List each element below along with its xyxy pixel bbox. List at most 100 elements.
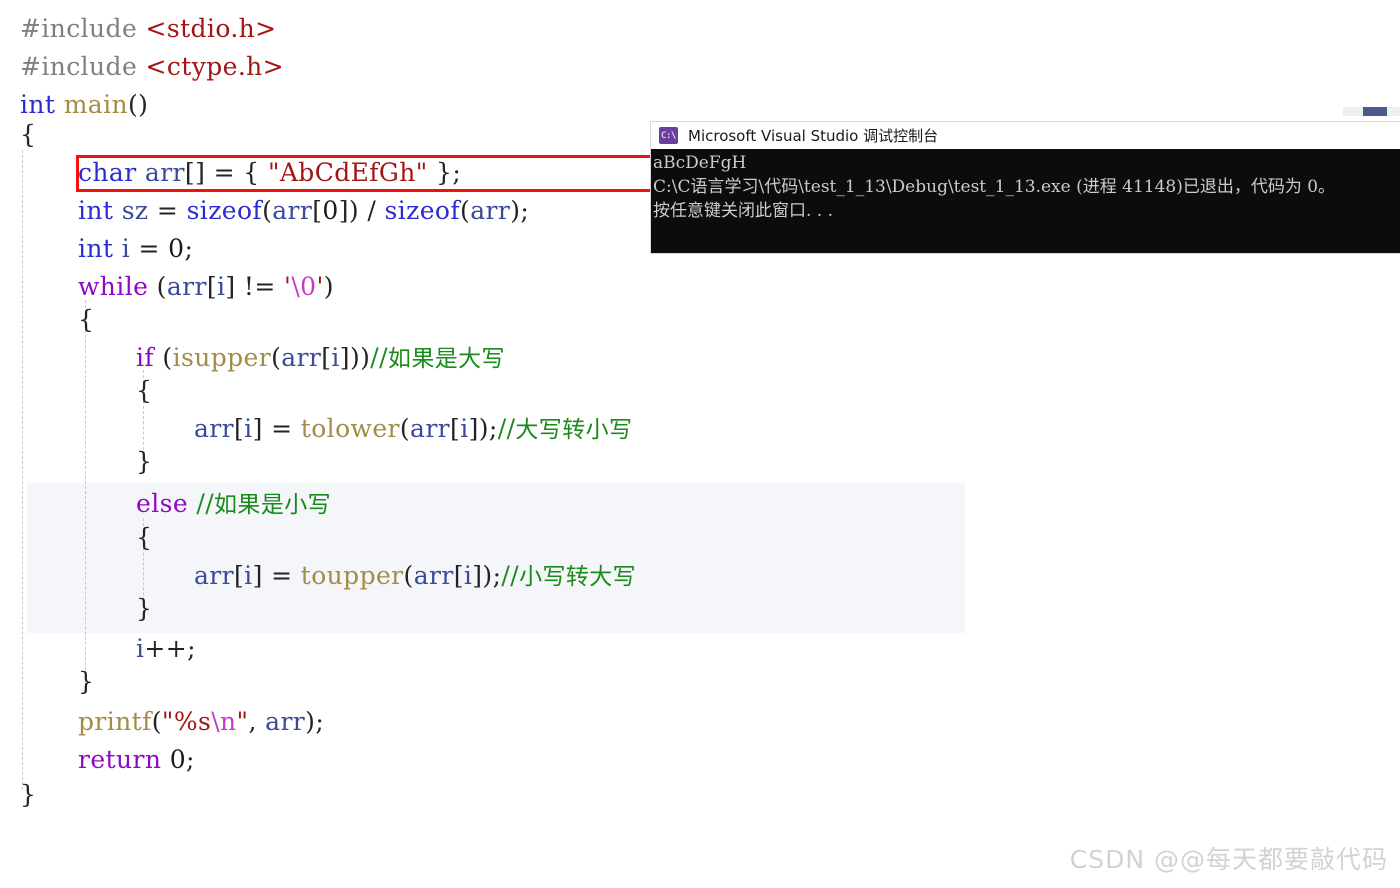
- code-token: ])): [339, 343, 371, 372]
- code-token: i: [121, 234, 131, 263]
- code-line: {: [0, 374, 152, 408]
- code-line: if (isupper(arr[i]))//如果是大写: [0, 341, 505, 375]
- code-line: }: [0, 778, 36, 812]
- code-token: <stdio.h>: [145, 14, 277, 43]
- code-token: //: [196, 489, 215, 518]
- code-token: (: [262, 196, 273, 225]
- code-line: {: [0, 303, 94, 337]
- code-token: //: [501, 561, 520, 590]
- code-token: arr: [410, 414, 451, 443]
- code-token: int: [78, 234, 122, 263]
- code-token: =: [130, 234, 169, 263]
- code-token: arr: [470, 196, 511, 225]
- code-token: ": [236, 707, 249, 736]
- code-token: i: [244, 561, 253, 590]
- code-line: }: [0, 592, 152, 626]
- code-token: 0: [322, 196, 339, 225]
- code-token: ]);: [472, 561, 502, 590]
- code-line: else //如果是小写: [0, 487, 331, 521]
- code-editor[interactable]: #include <stdio.h> #include <ctype.h> int …: [0, 0, 1400, 888]
- code-token: ] =: [252, 561, 301, 590]
- code-token: ;: [186, 745, 195, 774]
- code-line: int i = 0;: [0, 232, 193, 266]
- code-token: ] !=: [225, 272, 285, 301]
- code-token: [: [450, 414, 461, 443]
- code-token: );: [305, 707, 325, 736]
- code-token: ': [316, 272, 324, 301]
- code-token: arr: [265, 707, 306, 736]
- code-token: \0: [291, 272, 317, 301]
- console-window[interactable]: C:\ Microsoft Visual Studio 调试控制台 aBcDeF…: [651, 122, 1400, 253]
- code-token: printf: [78, 707, 152, 736]
- code-token: ]) /: [338, 196, 385, 225]
- code-token: main: [63, 90, 129, 119]
- console-titlebar[interactable]: C:\ Microsoft Visual Studio 调试控制台: [651, 122, 1400, 149]
- code-token: tolower: [300, 414, 400, 443]
- code-token: arr: [194, 561, 235, 590]
- code-line: {: [0, 118, 36, 152]
- code-token: (: [403, 561, 414, 590]
- code-token: 大写转小写: [515, 417, 633, 443]
- code-token: while: [78, 272, 149, 301]
- code-token: {: [136, 523, 153, 552]
- code-token: (: [151, 707, 162, 736]
- code-token: int: [78, 196, 122, 225]
- code-line: arr[i] = toupper(arr[i]);//小写转大写: [0, 559, 636, 593]
- code-token: i: [244, 414, 253, 443]
- code-token: isupper: [172, 343, 272, 372]
- code-token: ): [323, 272, 334, 301]
- code-token: return: [78, 745, 162, 774]
- code-token: 如果是小写: [214, 492, 332, 518]
- code-token: [: [234, 561, 245, 590]
- code-token: 如果是大写: [387, 346, 505, 372]
- code-line: #include <stdio.h>: [0, 12, 277, 46]
- code-token: {: [78, 305, 95, 334]
- horizontal-scrollbar-thumb[interactable]: [1363, 107, 1387, 116]
- code-token: =: [148, 196, 187, 225]
- code-token: (: [460, 196, 471, 225]
- code-token: i: [460, 414, 469, 443]
- console-window-title: Microsoft Visual Studio 调试控制台: [688, 127, 939, 145]
- code-token: sizeof: [384, 196, 461, 225]
- code-line: return 0;: [0, 743, 195, 777]
- console-output-area[interactable]: aBcDeFgH C:\C语言学习\代码\test_1_13\Debug\test…: [651, 149, 1400, 253]
- code-line: arr[i] = tolower(arr[i]);//大写转小写: [0, 412, 632, 446]
- code-line: }: [0, 445, 152, 479]
- code-token: ] =: [252, 414, 301, 443]
- code-token: //: [370, 343, 388, 372]
- code-token: #include: [20, 52, 146, 81]
- code-line: {: [0, 521, 152, 555]
- code-token: 0: [169, 745, 187, 774]
- code-token: else: [136, 489, 189, 518]
- code-token: sz: [121, 196, 149, 225]
- code-token: #include: [20, 14, 146, 43]
- code-token: arr: [272, 196, 313, 225]
- code-token: i: [331, 343, 340, 372]
- code-token: if: [136, 343, 155, 372]
- code-token: (: [399, 414, 411, 443]
- code-token: ]);: [468, 414, 498, 443]
- code-token: ,: [248, 707, 266, 736]
- code-token: (): [128, 90, 149, 119]
- code-line: int sz = sizeof(arr[0]) / sizeof(arr);: [0, 194, 529, 228]
- code-token: {: [136, 376, 153, 405]
- code-token: "%s: [161, 707, 212, 736]
- code-token: [: [321, 343, 332, 372]
- csdn-watermark: CSDN @@每天都要敲代码: [1069, 845, 1388, 874]
- code-token: 0: [168, 234, 185, 263]
- code-line: while (arr[i] != '\0'): [0, 270, 334, 304]
- code-token: ;: [184, 234, 194, 263]
- console-output-line: C:\C语言学习\代码\test_1_13\Debug\test_1_13.ex…: [653, 177, 1336, 197]
- code-token: }: [78, 667, 95, 696]
- code-token: }: [136, 447, 153, 476]
- code-token: [: [206, 272, 217, 301]
- code-token: );: [510, 196, 530, 225]
- code-token: \n: [211, 707, 237, 736]
- code-token: [: [234, 414, 245, 443]
- code-token: [: [453, 561, 464, 590]
- code-token: arr: [194, 414, 235, 443]
- code-token: {: [20, 120, 37, 149]
- code-line: i++;: [0, 632, 196, 666]
- console-output-line: 按任意键关闭此窗口. . .: [653, 201, 834, 221]
